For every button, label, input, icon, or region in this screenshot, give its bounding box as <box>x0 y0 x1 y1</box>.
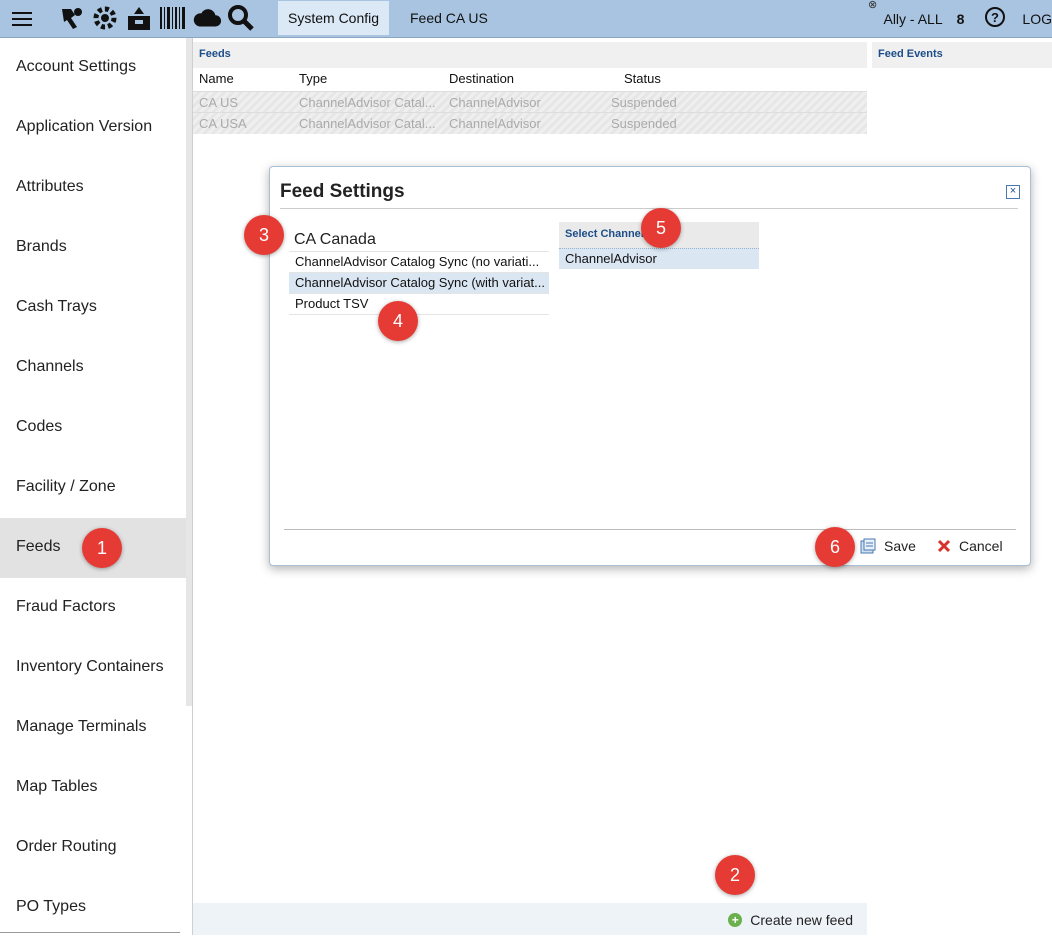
list-item[interactable]: ChannelAdvisor Catalog Sync (no variati.… <box>289 251 549 272</box>
feed-name: CA US <box>199 95 239 110</box>
annotation-badge-3: 3 <box>244 215 284 255</box>
feed-events-title: Feed Events <box>872 42 1052 68</box>
close-user-icon[interactable]: ⊗ <box>868 0 877 11</box>
column-status[interactable]: Status <box>624 71 661 86</box>
annotation-badge-4: 4 <box>378 301 418 341</box>
feed-type: ChannelAdvisor Catal... <box>299 95 436 110</box>
plus-icon: + <box>728 913 743 927</box>
sidebar-item-attributes[interactable]: Attributes <box>0 158 186 218</box>
sidebar-item-order-routing[interactable]: Order Routing <box>0 818 186 878</box>
sidebar-item-application-version[interactable]: Application Version <box>0 98 186 158</box>
tab-system-config[interactable]: System Config <box>278 1 390 35</box>
sidebar-item-channels[interactable]: Channels <box>0 338 186 398</box>
sidebar-divider <box>192 38 193 935</box>
sidebar-item-inventory-containers[interactable]: Inventory Containers <box>0 638 186 698</box>
sidebar-item-po-types[interactable]: PO Types <box>0 878 186 938</box>
cancel-button[interactable]: Cancel <box>937 538 1003 554</box>
feed-status: Suspended <box>611 95 677 110</box>
save-button[interactable]: Save <box>860 538 916 554</box>
save-icon <box>860 538 876 554</box>
feed-name: CA USA <box>199 116 247 131</box>
top-bar: System Config Feed CA US ⊗ Ally - ALL 8 … <box>0 0 1052 38</box>
annotation-badge-2: 2 <box>715 855 755 895</box>
shipping-icon[interactable] <box>56 3 86 33</box>
feed-type: ChannelAdvisor Catal... <box>299 116 436 131</box>
feed-type-list: ChannelAdvisor Catalog Sync (no variati.… <box>289 251 549 315</box>
help-icon[interactable]: ? <box>984 6 1006 31</box>
save-label: Save <box>884 538 916 554</box>
sidebar-item-cash-trays[interactable]: Cash Trays <box>0 278 186 338</box>
table-row[interactable]: CA US ChannelAdvisor Catal... ChannelAdv… <box>193 91 867 113</box>
dialog-divider <box>280 208 1018 209</box>
logout-link[interactable]: LOG <box>1022 11 1052 27</box>
cancel-icon <box>937 539 951 553</box>
feed-name-field[interactable]: CA Canada <box>294 231 376 249</box>
settings-icon[interactable] <box>90 3 120 33</box>
sidebar-bottom-divider <box>0 932 180 933</box>
column-name[interactable]: Name <box>199 71 234 86</box>
channel-item[interactable]: ChannelAdvisor <box>559 248 759 269</box>
cloud-icon[interactable] <box>192 3 222 33</box>
dialog-footer-divider <box>284 529 1016 530</box>
annotation-badge-1: 1 <box>82 528 122 568</box>
close-icon[interactable]: × <box>1006 185 1020 199</box>
sidebar: Account Settings Application Version Att… <box>0 38 186 935</box>
list-item[interactable]: ChannelAdvisor Catalog Sync (with variat… <box>289 272 549 293</box>
column-destination[interactable]: Destination <box>449 71 514 86</box>
feeds-panel-title: Feeds <box>193 42 867 68</box>
feed-destination: ChannelAdvisor <box>449 95 541 110</box>
create-feed-button[interactable]: + Create new feed <box>728 912 853 928</box>
sidebar-item-facility-zone[interactable]: Facility / Zone <box>0 458 186 518</box>
sidebar-item-manage-terminals[interactable]: Manage Terminals <box>0 698 186 758</box>
list-item[interactable]: Product TSV <box>289 293 549 315</box>
sidebar-item-fraud-factors[interactable]: Fraud Factors <box>0 578 186 638</box>
search-icon[interactable] <box>226 3 256 33</box>
create-feed-label: Create new feed <box>750 912 853 928</box>
feed-destination: ChannelAdvisor <box>449 116 541 131</box>
sidebar-item-codes[interactable]: Codes <box>0 398 186 458</box>
sidebar-item-brands[interactable]: Brands <box>0 218 186 278</box>
sidebar-item-map-tables[interactable]: Map Tables <box>0 758 186 818</box>
package-icon[interactable] <box>124 3 154 33</box>
feeds-footer: + Create new feed <box>193 903 867 935</box>
dialog-title: Feed Settings <box>280 181 405 202</box>
tab-feed-ca-us[interactable]: Feed CA US <box>400 1 498 35</box>
sidebar-item-account-settings[interactable]: Account Settings <box>0 38 186 98</box>
svg-text:?: ? <box>991 10 999 25</box>
table-row[interactable]: CA USA ChannelAdvisor Catal... ChannelAd… <box>193 112 867 134</box>
menu-icon[interactable] <box>12 12 32 26</box>
feed-status: Suspended <box>611 116 677 131</box>
column-type[interactable]: Type <box>299 71 327 86</box>
user-name[interactable]: Ally - ALL <box>883 11 942 27</box>
feeds-table-header: Name Type Destination Status <box>193 68 867 90</box>
annotation-badge-6: 6 <box>815 527 855 567</box>
cancel-label: Cancel <box>959 538 1003 554</box>
notification-count[interactable]: 8 <box>957 11 965 27</box>
barcode-icon[interactable] <box>158 3 188 33</box>
annotation-badge-5: 5 <box>641 208 681 248</box>
